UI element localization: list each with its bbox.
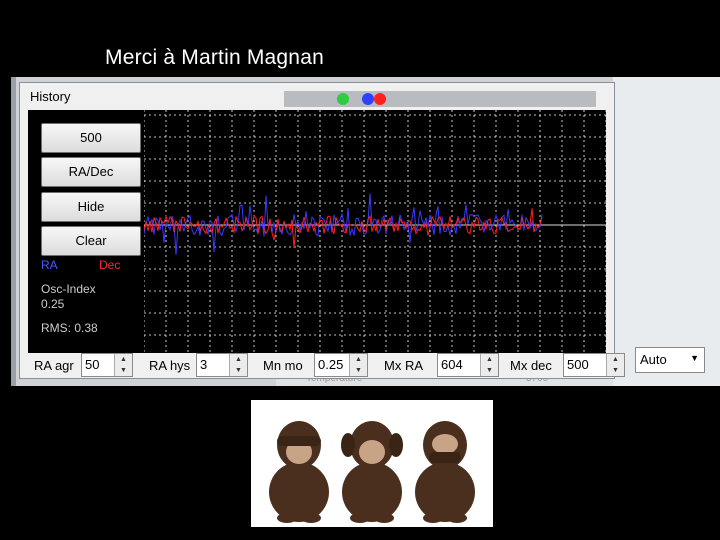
ra-hys-label: RA hys: [149, 358, 191, 373]
spin-down-icon[interactable]: ▼: [230, 365, 247, 376]
bottom-bar: RA agr 50 ▲ ▼ RA hys 3 ▲ ▼ Mn mo 0.25 ▲ ▼ M…: [20, 353, 625, 378]
three-monkeys-photo: [251, 400, 493, 527]
app-window: Temperature 3700 History 500 RA/Dec Hide…: [11, 77, 720, 386]
control-panel: 500 RA/Dec Hide Clear RA Dec Osc-Index 0…: [28, 110, 144, 353]
ra-hys-value: 3: [200, 357, 208, 372]
mx-ra-spinner[interactable]: 604 ▲ ▼: [437, 353, 499, 377]
monkey-3: [415, 421, 475, 523]
spin-down-icon[interactable]: ▼: [607, 365, 624, 376]
window-edge: [11, 77, 16, 386]
ra-trace: [143, 193, 543, 255]
guide-plot: [143, 110, 607, 353]
slide-title: Merci à Martin Magnan: [105, 46, 324, 69]
mx-dec-spinner[interactable]: 500 ▲ ▼: [563, 353, 625, 377]
mn-mo-label: Mn mo: [263, 358, 303, 373]
osc-index-value: 0.25: [41, 297, 65, 311]
titlebar-blur: [284, 91, 596, 107]
background-panel: [613, 77, 720, 386]
dec-trace: [143, 208, 543, 248]
hide-button[interactable]: Hide: [41, 192, 141, 222]
three-monkeys-illustration: [269, 421, 475, 523]
mx-ra-value: 604: [441, 357, 463, 372]
spin-down-icon[interactable]: ▼: [481, 365, 498, 376]
guide-plot-svg: [143, 110, 607, 353]
green-dot-icon: [337, 93, 349, 105]
mx-dec-label: Mx dec: [510, 358, 552, 373]
rms-value: RMS: 0.38: [41, 321, 98, 335]
osc-index-label: Osc-Index: [41, 282, 96, 296]
mn-mo-value: 0.25: [318, 357, 344, 372]
mx-dec-value: 500: [567, 357, 589, 372]
ra-agr-value: 50: [85, 357, 100, 372]
ra-hys-spinner[interactable]: 3 ▲ ▼: [196, 353, 248, 377]
spin-up-icon[interactable]: ▲: [350, 354, 367, 365]
red-dot-icon: [374, 93, 386, 105]
mx-ra-label: Mx RA: [384, 358, 423, 373]
ra-agr-spinner[interactable]: 50 ▲ ▼: [81, 353, 133, 377]
monkey-1: [269, 421, 329, 523]
spin-down-icon[interactable]: ▼: [350, 365, 367, 376]
ra-agr-label: RA agr: [34, 358, 74, 373]
legend-ra: RA: [41, 258, 58, 272]
spin-up-icon[interactable]: ▲: [230, 354, 247, 365]
radec-button[interactable]: RA/Dec: [41, 157, 141, 187]
monkey-2: [341, 421, 403, 523]
chevron-down-icon: ▼: [690, 353, 699, 363]
points-button[interactable]: 500: [41, 123, 141, 153]
spin-up-icon[interactable]: ▲: [115, 354, 132, 365]
dialog-title: History: [30, 89, 71, 104]
mn-mo-spinner[interactable]: 0.25 ▲ ▼: [314, 353, 368, 377]
history-dialog: History 500 RA/Dec Hide Clear RA Dec Osc…: [19, 82, 625, 379]
mode-dropdown[interactable]: Auto ▼: [635, 347, 705, 373]
spin-up-icon[interactable]: ▲: [481, 354, 498, 365]
clear-button[interactable]: Clear: [41, 226, 141, 256]
spin-down-icon[interactable]: ▼: [115, 365, 132, 376]
blue-dot-icon: [362, 93, 374, 105]
mode-value: Auto: [640, 352, 667, 367]
legend-dec: Dec: [99, 258, 121, 272]
spin-up-icon[interactable]: ▲: [607, 354, 624, 365]
